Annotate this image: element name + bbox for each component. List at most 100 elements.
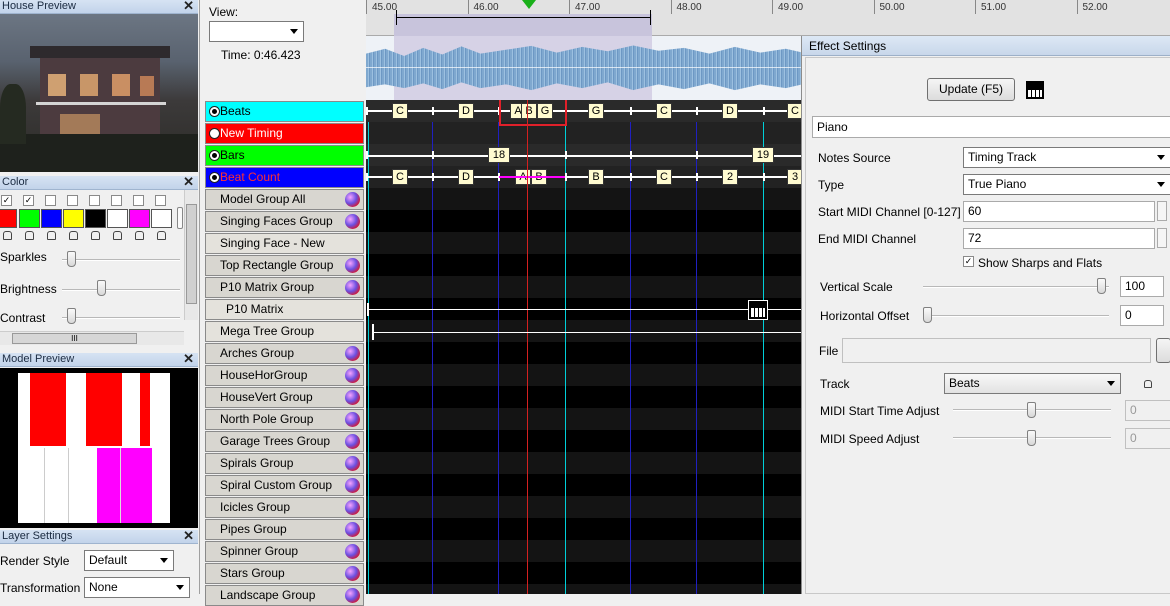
contrast-slider[interactable] [62, 317, 180, 319]
close-icon[interactable]: ✕ [183, 353, 194, 365]
bar-mark[interactable]: 19 [752, 147, 774, 163]
lock-icon[interactable] [113, 231, 122, 240]
timing-mark[interactable]: C [392, 169, 408, 185]
color-panel-side-button[interactable] [177, 207, 183, 229]
color-enable-checkbox[interactable] [89, 195, 100, 206]
timing-track-0[interactable]: Beats [205, 101, 364, 122]
lock-icon[interactable] [91, 231, 100, 240]
timing-mark[interactable]: D [722, 103, 738, 119]
model-row-label[interactable]: Mega Tree Group [205, 321, 364, 342]
end-midi-spinner[interactable] [1157, 228, 1167, 248]
color-enable-checkbox[interactable]: ✓ [1, 195, 12, 206]
view-select[interactable] [209, 21, 304, 42]
timing-mark[interactable]: 2 [722, 169, 738, 185]
lock-icon[interactable] [157, 231, 166, 240]
timing-mark[interactable]: B [588, 169, 604, 185]
model-row-label[interactable]: Spiral Custom Group [205, 475, 364, 496]
vertical-scale-slider[interactable] [923, 286, 1109, 288]
color-swatch[interactable] [19, 209, 40, 228]
notes-source-select[interactable]: Timing Track [963, 147, 1170, 168]
time-ruler[interactable]: 45.00 46.00 47.00 48.00 49.00 50.00 51.00 52.00 [366, 0, 1170, 36]
timing-track-2[interactable]: Bars [205, 145, 364, 166]
model-row-label[interactable]: Spirals Group [205, 453, 364, 474]
lock-icon[interactable] [69, 231, 78, 240]
show-sharps-checkbox[interactable]: ✓ [963, 256, 974, 267]
timing-mark[interactable]: D [458, 103, 474, 119]
render-style-select[interactable]: Default [84, 550, 174, 571]
timing-mark[interactable]: C [392, 103, 408, 119]
type-select[interactable]: True Piano [963, 174, 1170, 195]
model-row-label[interactable]: Garage Trees Group [205, 431, 364, 452]
color-enable-checkbox[interactable] [133, 195, 144, 206]
timing-track-radio[interactable] [209, 128, 220, 139]
scroll-grip[interactable]: III [12, 333, 137, 344]
model-row-label[interactable]: Singing Face - New [205, 233, 364, 254]
sparkles-slider[interactable] [62, 259, 180, 261]
vertical-scale-input[interactable]: 100 [1120, 276, 1164, 297]
model-row-label[interactable]: Spinner Group [205, 541, 364, 562]
color-swatch[interactable] [151, 209, 172, 228]
model-row-label[interactable]: P10 Matrix Group [205, 277, 364, 298]
color-enable-checkbox[interactable] [67, 195, 78, 206]
brightness-slider[interactable] [62, 289, 180, 291]
close-icon[interactable]: ✕ [183, 0, 194, 12]
timing-track-1[interactable]: New Timing [205, 123, 364, 144]
midi-start-input[interactable]: 0 [1125, 400, 1170, 421]
range-end-marker[interactable] [650, 10, 651, 25]
color-swatch[interactable] [85, 209, 106, 228]
piano-effect-icon[interactable] [748, 300, 768, 320]
color-enable-checkbox[interactable] [45, 195, 56, 206]
lock-icon[interactable] [3, 231, 12, 240]
model-row-label[interactable]: HouseVert Group [205, 387, 364, 408]
model-row-label[interactable]: Arches Group [205, 343, 364, 364]
end-midi-input[interactable]: 72 [963, 228, 1155, 249]
update-button[interactable]: Update (F5) [927, 78, 1015, 101]
model-row-label[interactable]: P10 Matrix [205, 299, 364, 320]
lock-icon[interactable] [25, 231, 34, 240]
horizontal-offset-input[interactable]: 0 [1120, 305, 1164, 326]
brightness-slider-thumb[interactable] [97, 280, 106, 296]
color-swatch[interactable] [41, 209, 62, 228]
model-row-label[interactable]: Pipes Group [205, 519, 364, 540]
color-enable-checkbox[interactable]: ✓ [23, 195, 34, 206]
sparkles-slider-thumb[interactable] [67, 251, 76, 267]
model-row-label[interactable]: North Pole Group [205, 409, 364, 430]
color-swatch[interactable] [63, 209, 84, 228]
midi-speed-input[interactable]: 0 [1125, 428, 1170, 449]
transformation-select[interactable]: None [84, 577, 190, 598]
timing-mark[interactable]: D [458, 169, 474, 185]
color-enable-checkbox[interactable] [111, 195, 122, 206]
lock-icon[interactable] [47, 231, 56, 240]
lock-icon[interactable] [1144, 380, 1152, 388]
model-row-label[interactable]: Stars Group [205, 563, 364, 584]
model-row-label[interactable]: Landscape Group [205, 585, 364, 606]
mega-tree-effect-start[interactable] [372, 324, 374, 340]
model-row-label[interactable]: Singing Faces Group [205, 211, 364, 232]
timing-track-radio[interactable] [209, 150, 220, 161]
vertical-scale-thumb[interactable] [1097, 278, 1106, 294]
model-row-label[interactable]: HouseHorGroup [205, 365, 364, 386]
track-select[interactable]: Beats [944, 373, 1121, 394]
color-swatch[interactable] [0, 209, 17, 228]
color-panel-hscrollbar[interactable]: III [0, 331, 184, 345]
color-panel-scrollbar[interactable] [184, 190, 198, 320]
file-input[interactable] [842, 338, 1151, 363]
timing-mark[interactable]: G [588, 103, 604, 119]
timing-mark[interactable]: C [656, 169, 672, 185]
play-position-marker[interactable] [522, 0, 536, 9]
start-midi-input[interactable]: 60 [963, 201, 1155, 222]
horizontal-offset-thumb[interactable] [923, 307, 932, 323]
start-midi-spinner[interactable] [1157, 201, 1167, 221]
timing-mark[interactable]: C [656, 103, 672, 119]
timing-track-3[interactable]: Beat Count [205, 167, 364, 188]
midi-start-thumb[interactable] [1027, 402, 1036, 418]
p10-effect-start[interactable] [367, 303, 369, 316]
horizontal-offset-slider[interactable] [923, 315, 1109, 317]
model-row-label[interactable]: Icicles Group [205, 497, 364, 518]
midi-speed-thumb[interactable] [1027, 430, 1036, 446]
lock-icon[interactable] [135, 231, 144, 240]
timing-track-radio[interactable] [209, 172, 220, 183]
range-start-marker[interactable] [396, 10, 397, 25]
bar-mark[interactable]: 18 [488, 147, 510, 163]
close-icon[interactable]: ✕ [183, 530, 194, 542]
